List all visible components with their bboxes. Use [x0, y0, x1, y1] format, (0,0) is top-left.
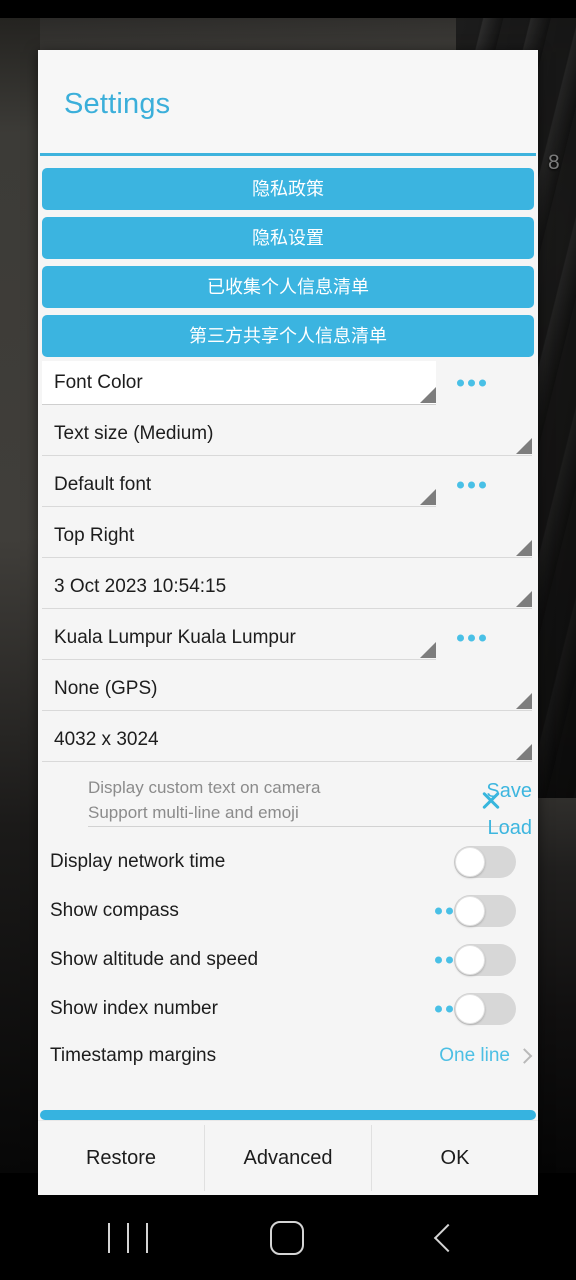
- overflow-menu-font-color[interactable]: [457, 379, 486, 386]
- chevron-right-icon: [516, 1048, 533, 1064]
- spinner-value-position: Top Right: [54, 524, 135, 546]
- toggle-row-compass[interactable]: Show compass: [38, 886, 538, 935]
- toggle-switch-compass[interactable]: [454, 894, 516, 927]
- ok-button[interactable]: OK: [372, 1121, 538, 1195]
- settings-list: 隐私政策 隐私设置 已收集个人信息清单 第三方共享个人信息清单 Font Col…: [38, 156, 538, 1108]
- custom-text-row: Display custom text on camera Support mu…: [38, 769, 538, 839]
- dialog-footer: Restore Advanced OK: [38, 1120, 538, 1195]
- timestamp-margins-row[interactable]: Timestamp margins One line: [38, 1033, 538, 1079]
- toggle-row-altitude-speed[interactable]: Show altitude and speed: [38, 935, 538, 984]
- spinner-row-datetime[interactable]: 3 Oct 2023 10:54:15: [38, 561, 538, 612]
- background-key-label: 8: [548, 151, 561, 174]
- toggle-label-index-number: Show index number: [50, 997, 218, 1019]
- recents-icon[interactable]: [108, 1222, 148, 1253]
- android-navigation-bar: [0, 1195, 576, 1280]
- collected-info-list-button[interactable]: 已收集个人信息清单: [42, 266, 534, 308]
- dropdown-caret-icon: [516, 540, 532, 556]
- spinner-value-datetime: 3 Oct 2023 10:54:15: [54, 575, 227, 597]
- phone-screen: 8 Settings 隐私政策 隐私设置 已收集个人信息清单 第三方共享个人信息…: [0, 0, 576, 1280]
- privacy-policy-button[interactable]: 隐私政策: [42, 168, 534, 210]
- overflow-menu-location[interactable]: [457, 634, 486, 641]
- dropdown-caret-icon: [516, 591, 532, 607]
- background-photo-left: [0, 18, 40, 1173]
- scrollbar[interactable]: [40, 1110, 536, 1120]
- toggle-switch-network-time[interactable]: [454, 845, 516, 878]
- dropdown-caret-icon: [516, 744, 532, 760]
- save-button[interactable]: Save: [486, 773, 532, 810]
- policy-button-group: 隐私政策 隐私设置 已收集个人信息清单 第三方共享个人信息清单: [38, 168, 538, 357]
- custom-text-placeholder-line2: Support multi-line and emoji: [88, 803, 299, 822]
- toggle-label-network-time: Display network time: [50, 850, 226, 872]
- dropdown-caret-icon: [420, 489, 436, 505]
- dropdown-caret-icon: [516, 693, 532, 709]
- toggle-label-compass: Show compass: [50, 899, 179, 921]
- toggle-label-altitude-speed: Show altitude and speed: [50, 948, 259, 970]
- toggle-switch-index-number[interactable]: [454, 992, 516, 1025]
- toggle-row-index-number[interactable]: Show index number: [38, 984, 538, 1033]
- timestamp-margins-value: One line: [439, 1045, 510, 1066]
- spinner-row-position[interactable]: Top Right: [38, 510, 538, 561]
- settings-dialog: Settings 隐私政策 隐私设置 已收集个人信息清单 第三方共享个人信息清单…: [38, 50, 538, 1195]
- spinner-row-text-size[interactable]: Text size (Medium): [38, 408, 538, 459]
- spinner-row-resolution[interactable]: 4032 x 3024: [38, 714, 538, 765]
- spinner-value-font: Default font: [54, 473, 152, 495]
- spinner-value-font-color: Font Color: [54, 371, 143, 393]
- third-party-info-list-button[interactable]: 第三方共享个人信息清单: [42, 315, 534, 357]
- spinner-value-resolution: 4032 x 3024: [54, 728, 159, 750]
- toggle-switch-altitude-speed[interactable]: [454, 943, 516, 976]
- restore-button[interactable]: Restore: [38, 1121, 204, 1195]
- spinner-row-font[interactable]: Default font: [38, 459, 538, 510]
- dropdown-caret-icon: [420, 387, 436, 403]
- back-icon[interactable]: [433, 1223, 463, 1252]
- spinner-row-location[interactable]: Kuala Lumpur Kuala Lumpur: [38, 612, 538, 663]
- dropdown-caret-icon: [516, 438, 532, 454]
- spinner-value-location-provider: None (GPS): [54, 677, 158, 699]
- timestamp-margins-label: Timestamp margins: [50, 1045, 217, 1066]
- privacy-settings-button[interactable]: 隐私设置: [42, 217, 534, 259]
- advanced-button[interactable]: Advanced: [205, 1121, 371, 1195]
- dropdown-caret-icon: [420, 642, 436, 658]
- spinner-value-location: Kuala Lumpur Kuala Lumpur: [54, 626, 296, 648]
- home-icon[interactable]: [270, 1220, 304, 1255]
- toggle-row-network-time[interactable]: Display network time: [38, 837, 538, 886]
- spinner-row-font-color[interactable]: Font Color: [38, 357, 538, 408]
- custom-text-placeholder-line1: Display custom text on camera: [88, 778, 321, 797]
- dialog-header: Settings: [38, 50, 538, 153]
- spinner-row-location-provider[interactable]: None (GPS): [38, 663, 538, 714]
- page-title: Settings: [64, 88, 171, 120]
- custom-text-input[interactable]: Display custom text on camera Support mu…: [88, 775, 510, 827]
- overflow-menu-font[interactable]: [457, 481, 486, 488]
- save-load-group: Save Load: [486, 773, 532, 847]
- spinner-value-text-size: Text size (Medium): [54, 422, 214, 444]
